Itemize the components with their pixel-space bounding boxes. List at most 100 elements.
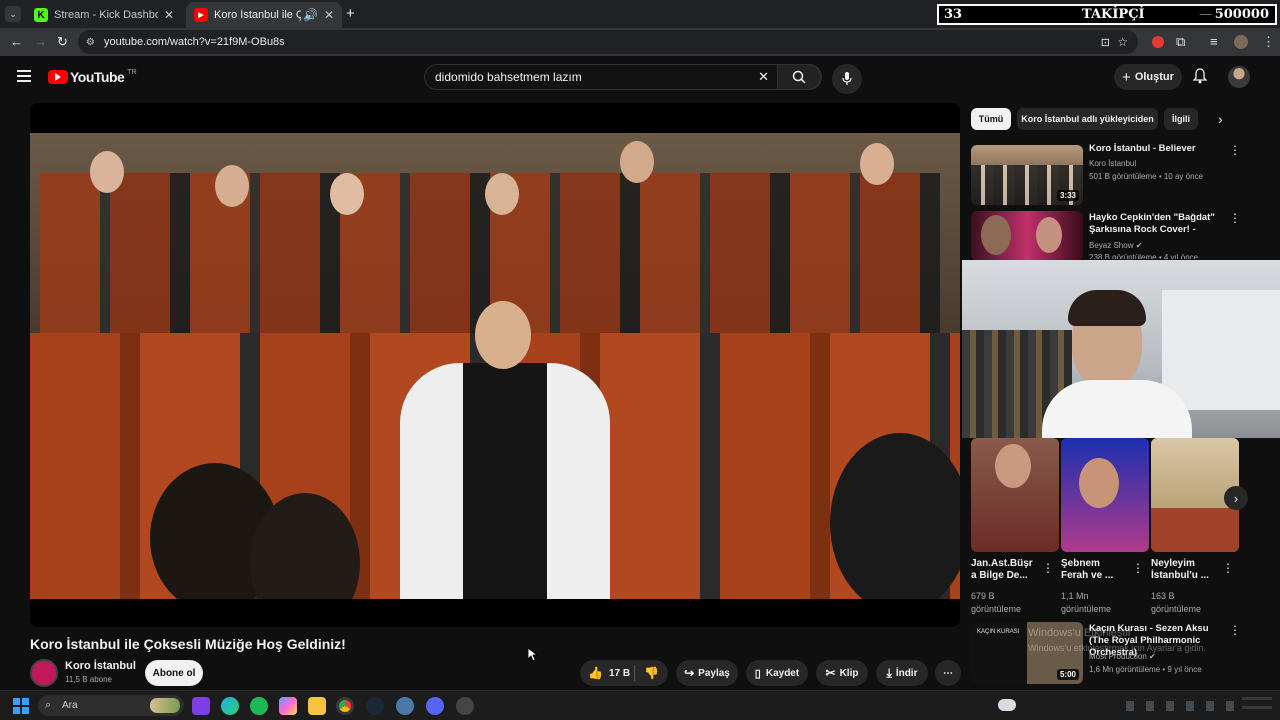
thumbs-down-icon: 👎 <box>644 666 659 680</box>
reading-list-icon[interactable]: ≡ <box>1210 34 1218 49</box>
share-icon: ↪ <box>684 666 695 680</box>
copilot-icon[interactable] <box>279 697 297 715</box>
speaker-icon[interactable]: 🔊 <box>303 8 318 22</box>
search-box[interactable]: didomido bahsetmem lazım ✕ <box>424 64 822 90</box>
video-player[interactable] <box>30 103 960 627</box>
windows-start-icon[interactable] <box>13 698 29 714</box>
search-input[interactable]: didomido bahsetmem lazım <box>435 70 582 84</box>
chip-related[interactable]: İlgili <box>1164 108 1198 130</box>
more-vert-icon[interactable]: ⋮ <box>1132 561 1144 575</box>
dislike-button[interactable]: 👎 <box>644 666 659 680</box>
forward-icon[interactable]: → <box>34 34 47 49</box>
download-button[interactable]: ⤓ İndir <box>876 660 928 686</box>
extension-red-icon[interactable] <box>1152 36 1164 48</box>
recommendation-channel[interactable]: Koro İstanbul <box>1089 158 1136 169</box>
chevron-right-icon[interactable]: › <box>1218 111 1223 127</box>
edge-icon[interactable] <box>221 697 239 715</box>
share-label: Paylaş <box>698 667 730 679</box>
youtube-logo[interactable]: YouTube TR <box>48 69 137 85</box>
recommendation-title[interactable]: Koro İstanbul - Believer <box>1089 143 1225 155</box>
like-dislike-group: 👍 17 B 👎 <box>580 660 668 686</box>
save-button[interactable]: ▯ Kaydet <box>746 660 808 686</box>
channel-avatar[interactable] <box>30 659 58 687</box>
recommendation-thumbnail[interactable] <box>971 211 1083 261</box>
chip-all[interactable]: Tümü <box>971 108 1011 130</box>
close-icon[interactable]: ✕ <box>324 8 334 22</box>
shorts-next-button[interactable]: › <box>1224 486 1248 510</box>
more-vert-icon[interactable]: ⋮ <box>1042 561 1054 575</box>
recommendation-channel[interactable]: Beyaz Show ✔ <box>1089 240 1142 251</box>
browser-menu-icon[interactable]: ⋮ <box>1262 34 1275 50</box>
short-views: 1,1 Mn görüntüleme <box>1061 591 1112 614</box>
app-icon-purple[interactable] <box>192 697 210 715</box>
hamburger-menu-icon[interactable] <box>17 70 31 82</box>
youtube-logo-icon: ▶ <box>194 8 208 22</box>
short-title[interactable]: Neyleyim İstanbul'u ... <box>1151 558 1217 582</box>
account-avatar[interactable] <box>1228 66 1250 88</box>
channel-name: Most Production <box>1089 652 1147 661</box>
clip-label: Klip <box>839 667 859 679</box>
clock[interactable] <box>1242 697 1272 715</box>
browser-tab-kick[interactable]: K Stream - Kick Dashboard ✕ <box>26 2 182 28</box>
notifications-bell-icon[interactable] <box>1193 68 1207 84</box>
create-button[interactable]: + Oluştur <box>1114 64 1182 90</box>
bookmark-star-icon[interactable]: ☆ <box>1117 35 1128 49</box>
steam-icon[interactable] <box>366 697 384 715</box>
short-title[interactable]: Şebnem Ferah ve ... <box>1061 558 1127 582</box>
url-bar[interactable]: ⚙ youtube.com/watch?v=21f9M-OBu8s ⊡ ☆ <box>78 30 1138 54</box>
clip-button[interactable]: ✂ Klip <box>816 660 868 686</box>
short-views: 163 B görüntüleme <box>1151 591 1202 614</box>
back-icon[interactable]: ← <box>10 34 23 49</box>
app-icon-settings[interactable] <box>456 697 474 715</box>
short-title[interactable]: Jan.Ast.Büşr a Bilge De... <box>971 558 1037 582</box>
like-count: 17 B <box>608 667 631 679</box>
discord-icon[interactable] <box>426 697 444 715</box>
recommendation-thumbnail[interactable]: 3:33 <box>971 145 1083 205</box>
clear-search-icon[interactable]: ✕ <box>758 69 769 85</box>
kick-logo-icon: K <box>34 8 48 22</box>
spotify-icon[interactable] <box>250 697 268 715</box>
channel-name[interactable]: Koro İstanbul <box>65 660 136 672</box>
app-icon-network[interactable] <box>396 697 414 715</box>
voice-search-button[interactable] <box>832 64 862 94</box>
share-button[interactable]: ↪ Paylaş <box>676 660 738 686</box>
subscribe-button[interactable]: Abone ol <box>145 660 203 686</box>
reload-icon[interactable]: ↻ <box>57 34 68 50</box>
tab-search-button[interactable]: ⌄ <box>5 6 21 22</box>
more-actions-button[interactable]: ⋯ <box>935 660 961 686</box>
follower-goal: 500000 <box>1214 7 1269 22</box>
profile-avatar[interactable] <box>1234 35 1248 49</box>
channel-name: Beyaz Show <box>1089 241 1134 250</box>
system-tray[interactable] <box>1126 701 1236 711</box>
browser-tab-youtube[interactable]: ▶ Koro İstanbul ile Çoksesli M 🔊 ✕ <box>186 2 342 28</box>
extensions-puzzle-icon[interactable]: ⧉ <box>1176 34 1185 50</box>
address-bar-row: ← → ↻ ⚙ youtube.com/watch?v=21f9M-OBu8s … <box>0 28 1280 56</box>
more-vert-icon[interactable]: ⋮ <box>1229 623 1241 637</box>
chip-from-uploader[interactable]: Koro İstanbul adlı yükleyiciden <box>1017 108 1158 130</box>
short-thumbnail[interactable] <box>1061 438 1149 552</box>
short-views: 679 B görüntüleme <box>971 591 1022 614</box>
close-icon[interactable]: ✕ <box>164 8 174 22</box>
video-title: Koro İstanbul ile Çoksesli Müziğe Hoş Ge… <box>30 636 346 652</box>
search-button[interactable] <box>777 64 821 90</box>
like-button[interactable]: 👍 17 B <box>588 666 630 680</box>
verified-icon: ✔ <box>1135 241 1143 250</box>
more-vert-icon[interactable]: ⋮ <box>1229 211 1241 225</box>
recommendation-meta: 1,6 Mn görüntüleme • 9 yıl önce <box>1089 665 1202 674</box>
taskbar-search[interactable]: ⌕ Ara <box>38 695 184 716</box>
taskbar-search-placeholder: Ara <box>62 700 78 711</box>
weather-icon[interactable] <box>998 699 1016 711</box>
site-info-icon[interactable]: ⚙ <box>86 37 95 48</box>
chrome-icon[interactable] <box>336 697 354 715</box>
more-vert-icon[interactable]: ⋮ <box>1229 143 1241 157</box>
more-vert-icon[interactable]: ⋮ <box>1222 561 1234 575</box>
follower-goal-overlay: 33 TAKİPÇİ — 500000 <box>937 4 1277 25</box>
region-code: TR <box>127 68 137 76</box>
new-tab-button[interactable]: + <box>346 5 355 22</box>
file-explorer-icon[interactable] <box>308 697 326 715</box>
install-icon[interactable]: ⊡ <box>1101 36 1110 49</box>
short-thumbnail[interactable] <box>971 438 1059 552</box>
webcam-overlay <box>962 260 1280 438</box>
plus-icon: + <box>1122 68 1131 86</box>
recommendation-title[interactable]: Hayko Cepkin'den "Bağdat" Şarkısına Rock… <box>1089 212 1225 236</box>
